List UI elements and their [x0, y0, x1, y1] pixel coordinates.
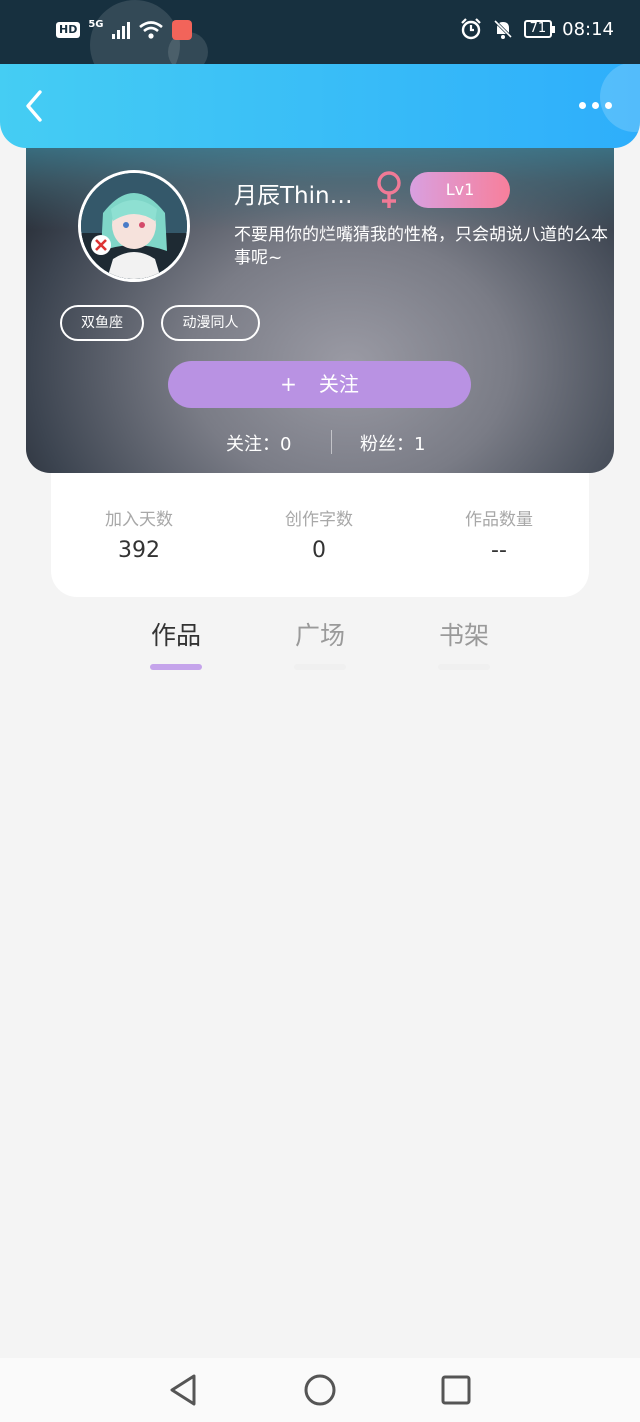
alarm-icon [460, 18, 481, 40]
nav-home-button[interactable] [302, 1372, 338, 1408]
tab-indicator [294, 664, 346, 670]
follow-button-label: 关注 [318, 372, 359, 396]
plus-icon: + [280, 372, 297, 396]
stat-value: -- [491, 538, 507, 563]
tab-works[interactable]: 作品 [146, 616, 206, 670]
stat-value: 392 [118, 538, 160, 563]
fans-count[interactable]: 粉丝：1 [360, 430, 425, 456]
avatar[interactable] [78, 170, 190, 282]
bell-off-icon [493, 19, 512, 39]
level-badge: Lv1 [410, 172, 510, 208]
chevron-left-icon [26, 90, 42, 122]
profile-card: 月辰Thin… Lv1 不要用你的烂嘴猜我的性格，只会胡说八道的么本事呢~ 双鱼… [26, 110, 614, 473]
female-icon [377, 171, 401, 208]
top-header [0, 64, 640, 148]
square-recent-icon [441, 1375, 471, 1405]
battery-indicator: 71 [523, 20, 555, 38]
back-button[interactable] [14, 84, 54, 124]
tab-bookshelf[interactable]: 书架 [434, 616, 494, 670]
nav-recent-button[interactable] [438, 1372, 474, 1408]
nav-back-button[interactable] [166, 1372, 202, 1408]
avatar-image [81, 173, 187, 279]
following-count[interactable]: 关注：0 [226, 430, 291, 456]
more-options-button[interactable] [579, 102, 612, 109]
stat-value: 0 [312, 538, 326, 563]
signal-icon [111, 21, 130, 39]
follow-button[interactable]: + 关注 [168, 361, 471, 408]
tab-label: 广场 [294, 621, 345, 650]
hd-badge: HD [56, 22, 81, 38]
header-decoration [600, 64, 640, 132]
tab-label: 作品 [150, 621, 201, 650]
stat-join-days: 加入天数 392 [69, 505, 209, 563]
username: 月辰Thin… [234, 183, 353, 209]
tag-interest[interactable]: 动漫同人 [161, 305, 260, 341]
tab-indicator [438, 664, 490, 670]
tab-square[interactable]: 广场 [290, 616, 350, 670]
tab-indicator [150, 664, 202, 670]
stats-card: 加入天数 392 创作字数 0 作品数量 -- [51, 473, 589, 597]
status-bar: HD 5G 71 08:14 [0, 0, 640, 90]
tag-zodiac[interactable]: 双鱼座 [60, 305, 144, 341]
stat-works-count: 作品数量 -- [429, 505, 569, 563]
triangle-back-icon [170, 1374, 196, 1406]
more-horizontal-icon [579, 102, 586, 109]
stat-label: 作品数量 [465, 510, 533, 530]
circle-home-icon [304, 1374, 336, 1406]
follow-stats: 关注：0 粉丝：1 [26, 428, 614, 458]
wifi-icon [138, 21, 163, 39]
stat-label: 加入天数 [105, 510, 173, 530]
shopping-bag-icon [171, 20, 192, 40]
user-bio: 不要用你的烂嘴猜我的性格，只会胡说八道的么本事呢~ [234, 225, 608, 268]
stat-word-count: 创作字数 0 [249, 505, 389, 563]
tab-label: 书架 [438, 621, 489, 650]
profile-tabs: 作品 广场 书架 [0, 616, 640, 672]
stat-label: 创作字数 [285, 510, 353, 530]
system-navigation-bar [0, 1358, 640, 1422]
stats-divider [331, 430, 332, 454]
network-type: 5G [88, 18, 104, 30]
status-time: 08:14 [562, 18, 614, 40]
